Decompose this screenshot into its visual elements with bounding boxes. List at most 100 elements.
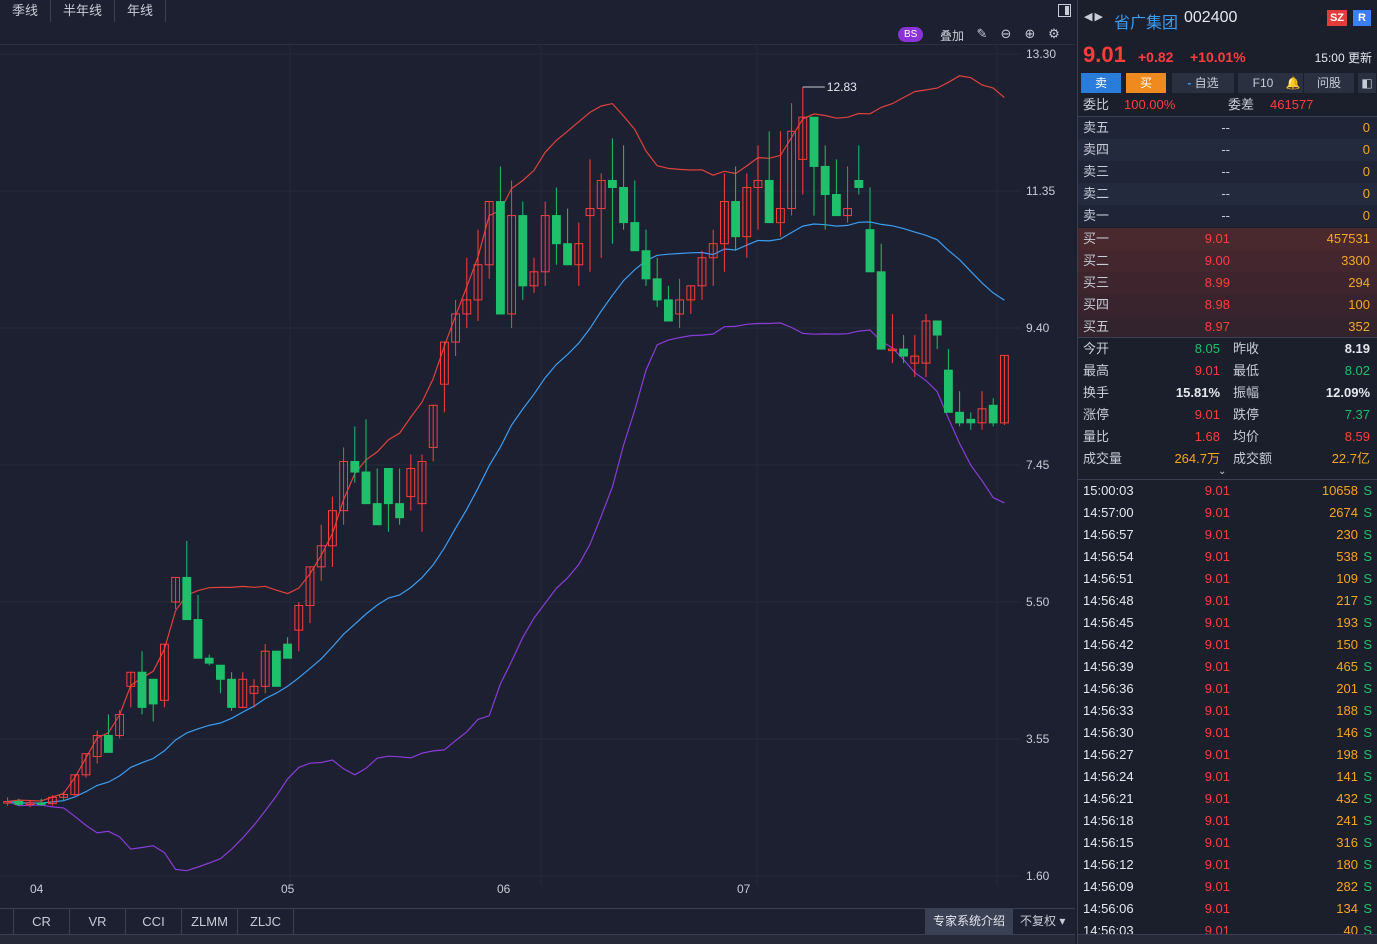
sell-button[interactable]: 卖 xyxy=(1081,73,1121,93)
sell-order-row[interactable]: 卖二 -- 0 xyxy=(1078,183,1377,205)
plus-icon[interactable]: ⊕ xyxy=(1022,26,1038,42)
quote-label: 成交量 xyxy=(1083,451,1123,466)
overlay-button[interactable]: 叠加 xyxy=(940,27,964,44)
fav-label: 自选 xyxy=(1194,76,1219,90)
wb-value: 100.00% xyxy=(1124,97,1176,112)
trading-app: 季线 半年线 年线 BS 叠加 ✎ ⊖ ⊕ ⚙ 12.83 13.30 11.35… xyxy=(0,0,1377,944)
candle-body xyxy=(563,243,573,266)
boll-mid-line xyxy=(7,221,1005,804)
sell-order-row[interactable]: 卖五 -- 0 xyxy=(1078,117,1377,139)
tab-indicator-cci[interactable]: CCI xyxy=(126,909,182,935)
window-toggle-icon[interactable]: ◧ xyxy=(1358,73,1376,93)
tick-time: 14:56:30 xyxy=(1083,725,1134,740)
tab-year[interactable]: 年线 xyxy=(115,0,167,22)
candle-body xyxy=(663,299,673,322)
tick-time: 14:56:27 xyxy=(1083,747,1134,762)
tick-price: 9.01 xyxy=(1204,637,1230,652)
pencil-icon[interactable]: ✎ xyxy=(974,26,990,42)
window-toggle-icon[interactable] xyxy=(1058,4,1071,17)
candles xyxy=(3,87,1009,808)
minus-icon[interactable]: ⊖ xyxy=(998,26,1014,42)
order-volume: 457531 xyxy=(1326,231,1370,246)
quote-label: 成交额 xyxy=(1233,451,1273,466)
stock-name[interactable]: 省广集团 xyxy=(1114,9,1178,33)
quote-label: 今开 xyxy=(1083,341,1110,356)
buy-button[interactable]: 买 xyxy=(1126,73,1166,93)
tab-indicator-vr[interactable]: VR xyxy=(70,909,126,935)
tick-time: 14:56:45 xyxy=(1083,615,1134,630)
add-favorite-button[interactable]: - 自选 xyxy=(1172,73,1234,93)
tick-row: 14:56:48 9.01 217 S xyxy=(1078,590,1377,612)
tick-volume: 10658 xyxy=(1321,483,1358,498)
tick-time: 15:00:03 xyxy=(1083,483,1134,498)
tab-indicator-zljc[interactable]: ZLJC xyxy=(238,909,294,935)
month-tick-label: 07 xyxy=(737,882,751,896)
tick-row: 14:56:09 9.01 282 S xyxy=(1078,876,1377,898)
right-bottom-strip xyxy=(1078,934,1377,944)
candle-body xyxy=(518,215,528,287)
quote-value: 12.09% xyxy=(1325,385,1370,400)
expert-system-button[interactable]: 专家系统介绍 xyxy=(925,909,1013,934)
tick-direction: S xyxy=(1363,659,1372,674)
quote-label: 跌停 xyxy=(1233,407,1260,422)
candle-body xyxy=(831,194,841,217)
current-price: 9.01 xyxy=(1083,42,1126,67)
tab-indicator-cr[interactable]: CR xyxy=(14,909,70,935)
gear-icon[interactable]: ⚙ xyxy=(1046,26,1062,42)
price-tick-label: 13.30 xyxy=(1026,47,1057,61)
prev-next-arrows-icon[interactable]: ◀▶ xyxy=(1084,10,1105,23)
tick-direction: S xyxy=(1363,857,1372,872)
candle-body xyxy=(551,215,561,245)
tick-row: 14:56:45 9.01 193 S xyxy=(1078,612,1377,634)
r-badge: R xyxy=(1353,10,1371,26)
quote-value: 8.19 xyxy=(1344,341,1370,356)
tab-half-year[interactable]: 半年线 xyxy=(51,0,116,22)
chevron-down-icon[interactable]: ⌄ xyxy=(1218,466,1226,477)
order-price: -- xyxy=(1221,186,1230,201)
sell-order-row[interactable]: 卖一 -- 0 xyxy=(1078,205,1377,227)
buy-order-row[interactable]: 买二 9.00 3300 xyxy=(1078,250,1377,272)
candle-body xyxy=(395,503,405,519)
tab-indicator-zlmm[interactable]: ZLMM xyxy=(182,909,238,935)
candle-body xyxy=(876,271,886,350)
chevron-down-icon: ▾ xyxy=(1059,914,1066,928)
tick-time: 14:56:54 xyxy=(1083,549,1134,564)
tick-row: 14:56:42 9.01 150 S xyxy=(1078,634,1377,656)
tick-volume: 282 xyxy=(1336,879,1358,894)
tick-volume: 134 xyxy=(1336,901,1358,916)
candlestick-chart[interactable]: 12.83 xyxy=(0,45,1020,905)
order-level-label: 卖四 xyxy=(1083,142,1110,157)
tick-row: 14:56:06 9.01 134 S xyxy=(1078,898,1377,920)
candle-body xyxy=(899,348,909,357)
price-tick-label: 9.40 xyxy=(1026,321,1050,335)
f10-button[interactable]: F10 xyxy=(1238,73,1288,93)
tick-time: 14:56:48 xyxy=(1083,593,1134,608)
quote-label: 换手 xyxy=(1083,385,1110,400)
order-level-label: 卖五 xyxy=(1083,120,1110,135)
stock-code: 002400 xyxy=(1184,9,1238,26)
order-price: 8.98 xyxy=(1204,297,1230,312)
price-tick-label: 7.45 xyxy=(1026,458,1050,472)
tick-price: 9.01 xyxy=(1204,571,1230,586)
buy-order-row[interactable]: 买五 8.97 352 xyxy=(1078,316,1377,338)
sell-order-row[interactable]: 卖三 -- 0 xyxy=(1078,161,1377,183)
ask-stock-button[interactable]: 问股 xyxy=(1304,73,1354,93)
buy-order-row[interactable]: 买三 8.99 294 xyxy=(1078,272,1377,294)
tab-quarter[interactable]: 季线 xyxy=(0,0,52,22)
bell-icon[interactable]: 🔔 xyxy=(1283,73,1303,93)
buy-order-row[interactable]: 买一 9.01 457531 xyxy=(1078,228,1377,250)
tick-price: 9.01 xyxy=(1204,857,1230,872)
quote-label: 昨收 xyxy=(1233,341,1260,356)
tick-time: 14:56:57 xyxy=(1083,527,1134,542)
bs-signal-toggle[interactable]: BS xyxy=(898,27,924,42)
tick-price: 9.01 xyxy=(1204,901,1230,916)
tick-volume: 180 xyxy=(1336,857,1358,872)
update-time: 15:00 更新 xyxy=(1314,51,1372,65)
tick-price: 9.01 xyxy=(1204,813,1230,828)
sell-order-row[interactable]: 卖四 -- 0 xyxy=(1078,139,1377,161)
adjust-dropdown[interactable]: 不复权 ▾ xyxy=(1020,909,1065,934)
buy-order-row[interactable]: 买四 8.98 100 xyxy=(1078,294,1377,316)
tick-price: 9.01 xyxy=(1204,703,1230,718)
order-price: 9.00 xyxy=(1204,253,1230,268)
candle-body xyxy=(204,657,214,664)
